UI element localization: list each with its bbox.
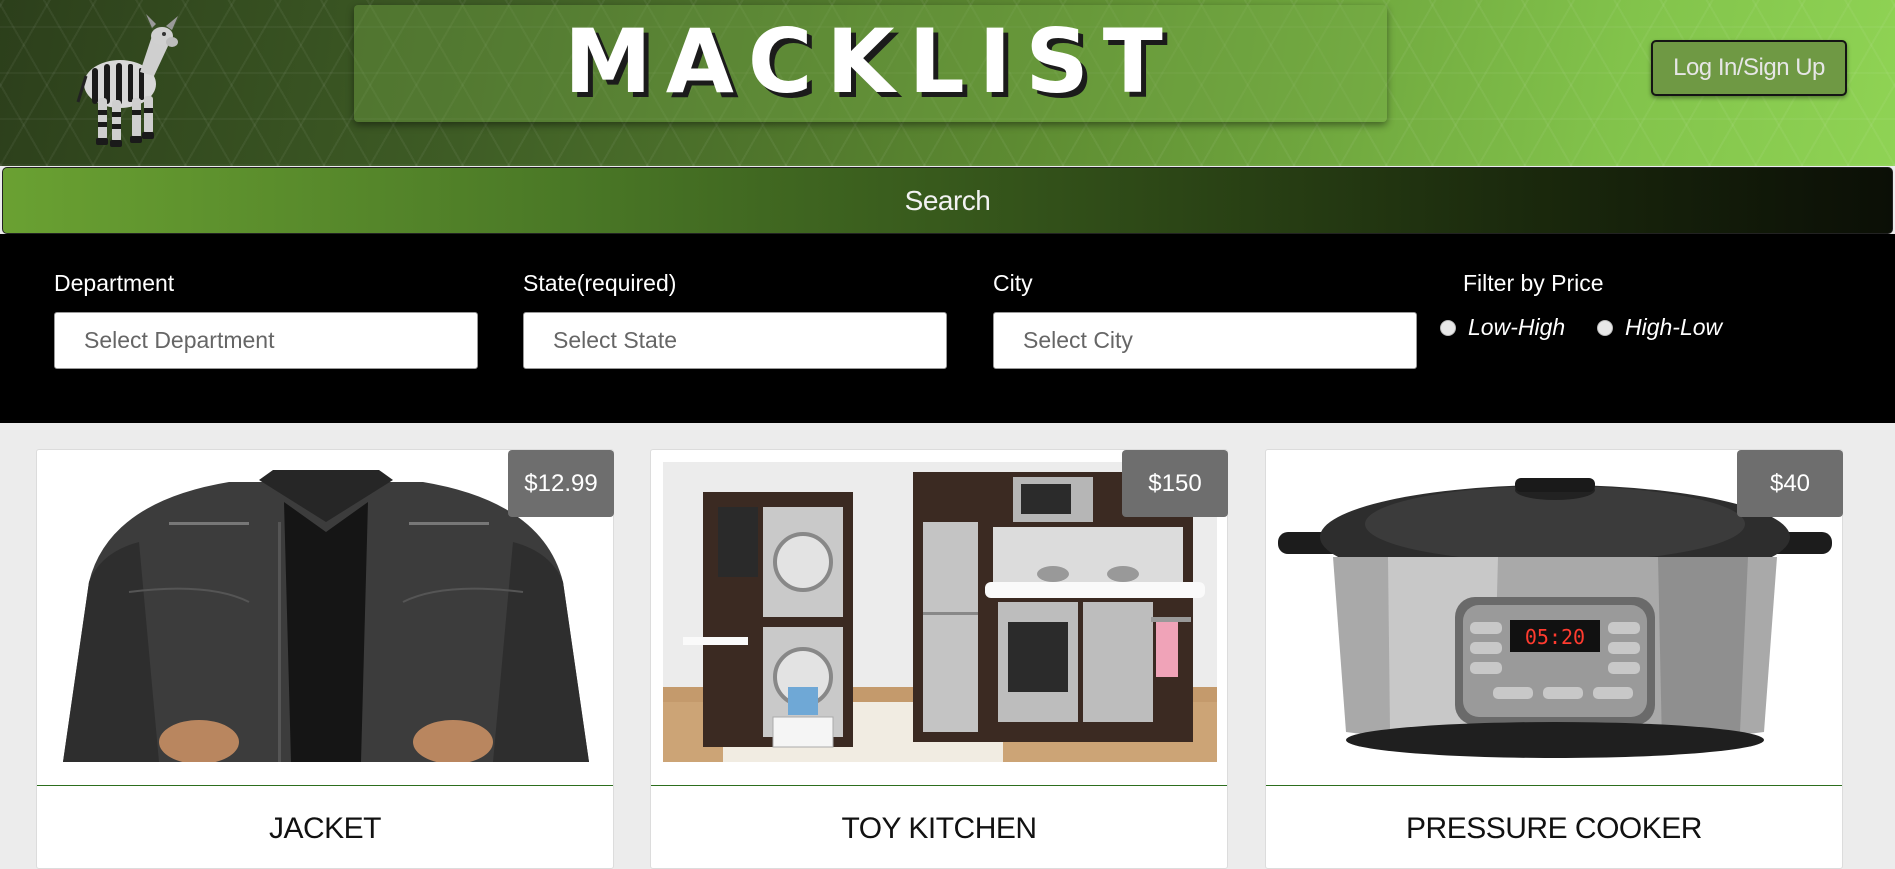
city-select[interactable]: Select City <box>993 312 1417 369</box>
price-badge: $12.99 <box>508 450 614 517</box>
cooker-display: 05:20 <box>1525 625 1585 649</box>
high-low-label: High-Low <box>1625 314 1723 340</box>
product-title[interactable]: JACKET <box>37 812 613 846</box>
site-title: MACKLIST <box>564 10 1177 113</box>
department-label: Department <box>54 270 175 296</box>
high-low-radio[interactable] <box>1597 319 1613 336</box>
state-label: State(required) <box>523 270 677 296</box>
product-card[interactable]: 05:20 PRESSURE COOKER $40 <box>1265 449 1843 869</box>
product-card[interactable]: JACKET $12.99 <box>36 449 614 869</box>
price-badge: $40 <box>1737 450 1843 517</box>
card-divider <box>1266 785 1842 786</box>
state-select[interactable]: Select State <box>523 312 947 369</box>
price-high-low-option[interactable]: High-Low <box>1597 314 1722 341</box>
price-low-high-option[interactable]: Low-High <box>1440 314 1565 341</box>
product-card[interactable]: TOY KITCHEN $150 <box>650 449 1228 869</box>
low-high-label: Low-High <box>1468 314 1566 340</box>
login-signup-button[interactable]: Log In/Sign Up <box>1651 40 1847 96</box>
okapi-logo-icon[interactable] <box>40 6 190 156</box>
filter-panel: Department Select Department State(requi… <box>0 234 1895 423</box>
city-label: City <box>993 270 1033 296</box>
search-button[interactable]: Search <box>2 167 1893 234</box>
department-select[interactable]: Select Department <box>54 312 478 369</box>
card-divider <box>651 785 1227 786</box>
product-title[interactable]: TOY KITCHEN <box>651 812 1227 846</box>
title-panel: MACKLIST <box>354 5 1387 122</box>
price-filter-label: Filter by Price <box>1463 270 1604 296</box>
product-title[interactable]: PRESSURE COOKER <box>1266 812 1842 846</box>
site-header: MACKLIST Log In/Sign Up <box>0 0 1895 166</box>
card-divider <box>37 785 613 786</box>
price-badge: $150 <box>1122 450 1228 517</box>
low-high-radio[interactable] <box>1440 319 1456 336</box>
